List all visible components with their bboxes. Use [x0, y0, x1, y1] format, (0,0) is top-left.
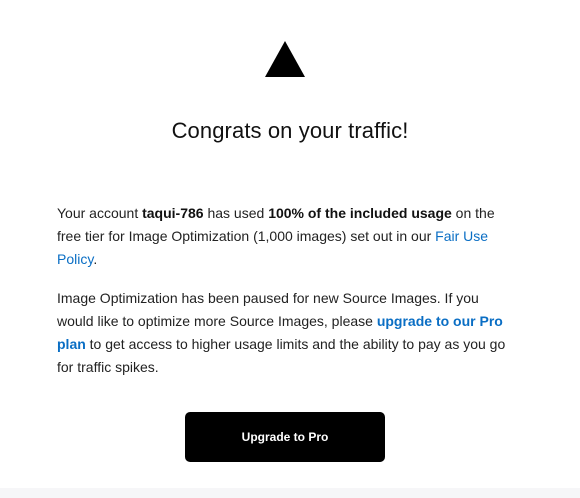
usage-text-4: . — [93, 251, 98, 267]
usage-text-1: Your account — [57, 205, 143, 221]
upgrade-to-pro-button[interactable]: Upgrade to Pro — [185, 412, 385, 462]
paused-text-2: to get access to higher usage limits and… — [57, 336, 506, 375]
account-name: taqui-786 — [142, 205, 204, 221]
footer-strip — [0, 488, 580, 498]
page-title: Congrats on your traffic! — [171, 118, 409, 143]
email-card: Congrats on your traffic! Your account t… — [0, 0, 580, 488]
usage-paragraph: Your account taqui-786 has used 100% of … — [57, 202, 513, 271]
usage-text-2: has used — [203, 205, 269, 221]
upgrade-button-label: Upgrade to Pro — [241, 430, 329, 444]
usage-amount: 100% of the included usage — [268, 205, 452, 221]
triangle-icon — [265, 41, 305, 77]
paused-paragraph: Image Optimization has been paused for n… — [57, 287, 513, 379]
